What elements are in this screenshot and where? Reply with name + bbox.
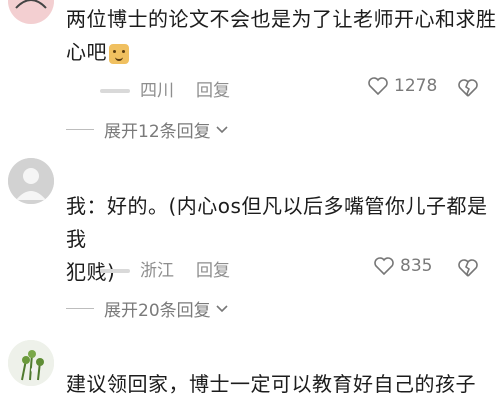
heart-outline-icon <box>374 257 394 275</box>
location: 四川 <box>140 81 174 101</box>
divider <box>66 308 94 309</box>
expand-replies-button[interactable]: 展开12条回复 <box>66 117 229 142</box>
like-button[interactable]: 1278 <box>368 76 437 96</box>
expand-replies-button[interactable]: 展开20条回复 <box>66 296 229 321</box>
expand-label: 展开20条回复 <box>104 301 211 321</box>
location: 浙江 <box>140 261 174 281</box>
comment-text: 建议领回家，博士一定可以教育好自己的孩子 <box>66 372 476 396</box>
avatar[interactable] <box>8 340 54 386</box>
avatar[interactable] <box>8 158 54 204</box>
doge-emoji-icon <box>109 43 129 64</box>
broken-heart-icon[interactable] <box>458 78 478 98</box>
chevron-down-icon <box>216 125 228 133</box>
expand-label: 展开12条回复 <box>104 122 211 142</box>
broken-heart-icon[interactable] <box>458 258 478 278</box>
chevron-down-icon <box>216 304 228 312</box>
comment-meta: 四川 回复 <box>100 76 230 101</box>
divider <box>66 129 94 130</box>
reply-button[interactable]: 回复 <box>196 81 230 101</box>
reply-button[interactable]: 回复 <box>196 261 230 281</box>
blurred-time <box>100 89 130 93</box>
like-count: 1278 <box>394 76 438 96</box>
heart-outline-icon <box>368 77 388 95</box>
like-button[interactable]: 835 <box>374 256 432 276</box>
avatar[interactable] <box>8 0 54 24</box>
comment-text: 两位博士的论文不会也是为了让老师开心和求胜 心吧 <box>66 7 497 64</box>
like-count: 835 <box>400 256 433 276</box>
comment-meta: 浙江 回复 <box>100 256 230 281</box>
blurred-time <box>100 269 130 273</box>
